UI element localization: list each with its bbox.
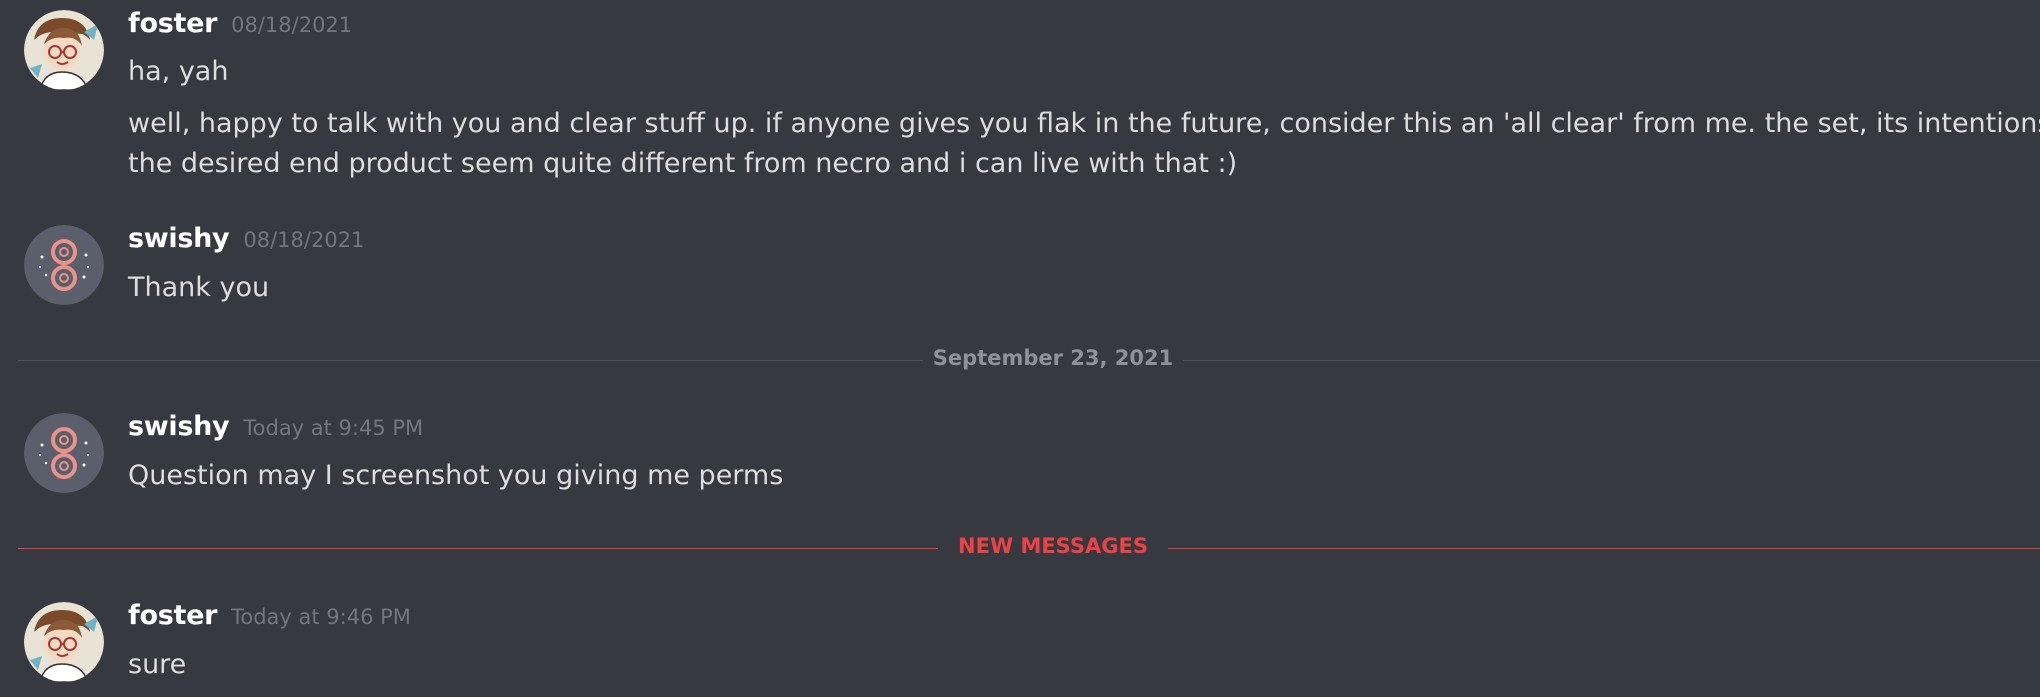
avatar-swishy[interactable] xyxy=(24,413,104,493)
message-timestamp[interactable]: Today at 9:46 PM xyxy=(231,605,411,629)
message-text: Question may I screenshot you giving me … xyxy=(128,460,784,491)
message-text: Thank you xyxy=(128,272,270,303)
avatar-foster[interactable] xyxy=(24,602,104,682)
message-timestamp[interactable]: 08/18/2021 xyxy=(243,228,364,252)
message-text: the desired end product seem quite diffe… xyxy=(128,148,1238,179)
avatar-foster[interactable] xyxy=(24,10,104,90)
divider-line xyxy=(1168,548,2040,549)
message-timestamp[interactable]: 08/18/2021 xyxy=(231,13,352,37)
chat-message-list: foster 08/18/2021 ha, yah well, happy to … xyxy=(0,0,2040,697)
avatar-swishy[interactable] xyxy=(24,225,104,305)
username[interactable]: foster xyxy=(128,8,217,39)
foster-avatar-icon xyxy=(24,602,104,682)
message-text: ha, yah xyxy=(128,56,229,87)
swishy-avatar-icon xyxy=(24,225,104,305)
divider-line xyxy=(1183,360,2040,361)
username[interactable]: swishy xyxy=(128,411,230,442)
username[interactable]: foster xyxy=(128,600,217,631)
new-messages-label: NEW MESSAGES xyxy=(958,534,1148,558)
new-messages-divider: NEW MESSAGES xyxy=(18,534,2040,558)
message-timestamp[interactable]: Today at 9:45 PM xyxy=(243,416,423,440)
message-text: well, happy to talk with you and clear s… xyxy=(128,108,2040,139)
foster-avatar-icon xyxy=(24,10,104,90)
date-divider: September 23, 2021 xyxy=(18,346,2040,370)
date-divider-label: September 23, 2021 xyxy=(932,346,1174,370)
message-text: sure xyxy=(128,649,187,680)
swishy-avatar-icon xyxy=(24,413,104,493)
divider-line xyxy=(18,548,938,549)
divider-line xyxy=(18,360,923,361)
username[interactable]: swishy xyxy=(128,223,230,254)
